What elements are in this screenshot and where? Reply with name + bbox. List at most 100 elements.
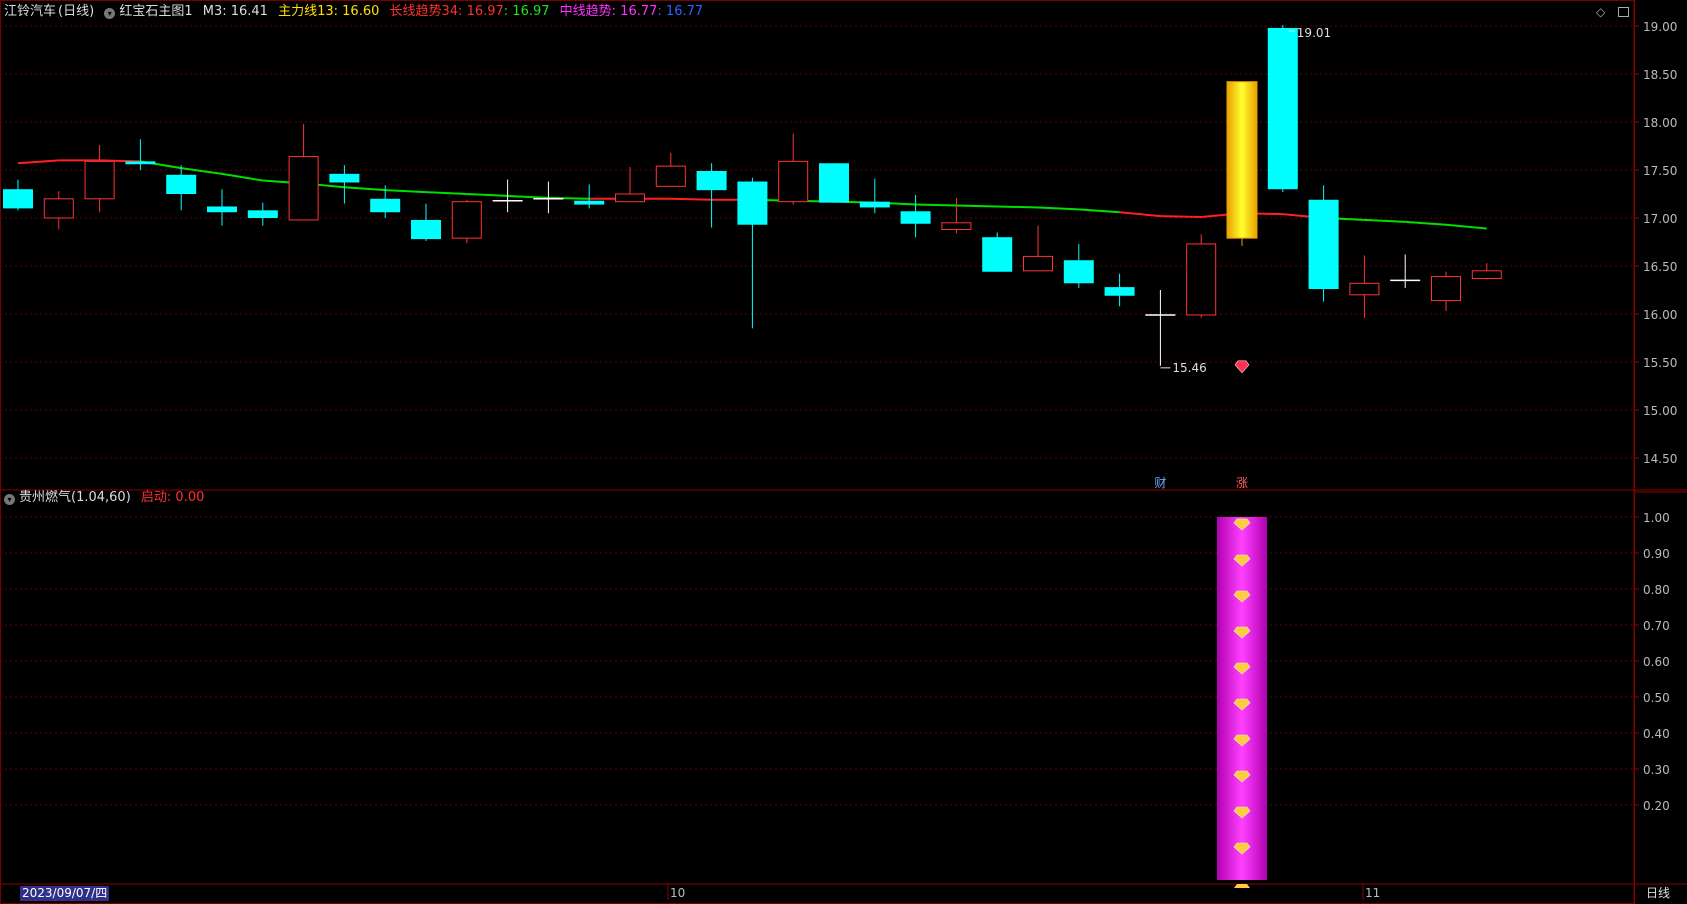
candle-body-up — [655, 165, 686, 187]
y-tick-label: 15.00 — [1643, 404, 1677, 418]
sub-indicator-name[interactable]: 贵州燃气(1.04,60) — [19, 490, 131, 505]
gem-icon — [1234, 884, 1250, 888]
dropdown-icon[interactable]: ▾ — [104, 8, 116, 19]
trend-line-segment — [466, 193, 508, 197]
trend-line-segment — [997, 205, 1039, 209]
candle-body-down — [696, 170, 727, 191]
candle-body-down — [3, 189, 33, 209]
dropdown-icon[interactable]: ▾ — [4, 494, 15, 505]
stock-chart-window: 19.00 18.50 18.00 17.50 17.00 16.50 16.00 15.50… — [0, 0, 1687, 904]
y-tick-label: 14.50 — [1643, 452, 1677, 466]
y-tick-label: 17.00 — [1643, 212, 1677, 226]
candle-body-down — [819, 163, 849, 203]
window-toggle-icon[interactable] — [1618, 7, 1629, 17]
candle-body-up — [615, 193, 645, 203]
candle-body-up — [1023, 255, 1053, 272]
candle-body-down — [1104, 287, 1135, 296]
y-tick-label: 18.00 — [1643, 116, 1677, 130]
candle-body-up — [84, 160, 115, 200]
sub-y-tick-label: 1.00 — [1643, 511, 1670, 525]
date-cursor-label: 2023/09/07/四 — [20, 886, 110, 901]
month-label-10: 10 — [670, 886, 686, 900]
y-tick-label: 19.00 — [1643, 20, 1677, 34]
sub-y-tick-label: 0.40 — [1643, 727, 1670, 741]
sub-y-tick-label: 0.70 — [1643, 619, 1670, 633]
candle-body-up — [1349, 282, 1380, 296]
y-tick-label: 16.00 — [1643, 308, 1677, 322]
candle-body-up — [1431, 276, 1461, 302]
candle-body-down — [574, 200, 605, 205]
candle-body-down — [900, 211, 931, 224]
candle-body-down — [411, 219, 441, 240]
long-trend-value: 长线趋势34: 16.97 — [389, 4, 504, 19]
trend-line-segment — [425, 191, 467, 195]
trend-line-segment — [1119, 211, 1161, 218]
candle-body-up — [43, 198, 74, 219]
mid-trend-value: 中线趋势: 16.77 — [559, 4, 658, 19]
candle-body-up — [941, 222, 972, 231]
trend-line-segment — [385, 189, 427, 194]
candle-body-up — [1186, 243, 1217, 316]
chart-canvas[interactable]: 19.00 18.50 18.00 17.50 17.00 16.50 16.00 15.50… — [0, 0, 1687, 904]
high-price-label: 19.01 — [1297, 26, 1331, 40]
period-button[interactable]: 日线 — [1646, 886, 1670, 901]
candle-body-up — [288, 156, 319, 221]
trend-line-segment — [181, 167, 223, 175]
main-chart-header: 江铃汽车 (日线) ▾ 红宝石主图1 M3: 16.41 主力线13: 16.60 … — [4, 4, 709, 20]
trend-line-segment — [221, 172, 263, 182]
stock-name[interactable]: 江铃汽车 — [4, 4, 56, 19]
trend-line-segment — [17, 159, 59, 165]
sub-chart-header: ▾ 贵州燃气(1.04,60) 启动: 0.00 — [4, 490, 210, 506]
y-tick-label: 15.50 — [1643, 356, 1677, 370]
trend-line-segment — [670, 197, 712, 201]
trend-line-segment — [1078, 208, 1120, 214]
chart-frame — [0, 0, 1635, 904]
trend-line-segment — [1445, 223, 1487, 230]
y-tick-label: 18.50 — [1643, 68, 1677, 82]
trend-line-segment — [1160, 215, 1202, 219]
candle-body-up — [451, 201, 482, 239]
candle-body-down — [737, 181, 768, 225]
trend-line-segment — [956, 204, 998, 208]
candle-body-down — [370, 198, 401, 213]
candle-body-down — [329, 173, 360, 183]
trend-line-segment — [1364, 218, 1406, 223]
mid-trend-value-2: : 16.77 — [657, 4, 704, 19]
trend-line-segment — [1037, 206, 1079, 211]
start-value: 启动: 0.00 — [140, 490, 205, 505]
candle-body-down — [982, 237, 1013, 272]
candle-body-down — [125, 161, 156, 165]
main-line-value: 主力线13: 16.60 — [278, 4, 380, 19]
cai-marker: 财 — [1154, 476, 1166, 490]
month-label-11: 11 — [1365, 886, 1381, 900]
sub-y-tick-label: 0.80 — [1643, 583, 1670, 597]
trend-line-segment — [915, 203, 957, 207]
candle-body-down — [1267, 27, 1298, 190]
diamond-icon[interactable]: ◇ — [1596, 5, 1605, 19]
zhang-marker: 涨 — [1236, 475, 1248, 490]
indicator-name[interactable]: 红宝石主图1 — [119, 4, 192, 19]
sub-y-tick-label: 0.60 — [1643, 655, 1670, 669]
sub-y-tick-label: 0.50 — [1643, 691, 1670, 705]
sub-y-tick-label: 0.90 — [1643, 547, 1670, 561]
m3-value: M3: 16.41 — [202, 4, 268, 19]
y-tick-label: 16.50 — [1643, 260, 1677, 274]
sub-y-tick-label: 0.30 — [1643, 763, 1670, 777]
gem-icon — [1234, 360, 1250, 374]
candle-body-gold — [1226, 81, 1258, 239]
candle-body-up — [778, 160, 809, 203]
period-label: (日线) — [58, 4, 95, 19]
trend-line-segment — [344, 186, 386, 192]
sub-y-tick-label: 0.20 — [1643, 799, 1670, 813]
candle-body-up — [1471, 270, 1502, 279]
candle-body-down — [207, 206, 237, 213]
candle-body-down — [166, 174, 197, 194]
long-trend-value-2: : 16.97 — [503, 4, 550, 19]
y-tick-label: 17.50 — [1643, 164, 1677, 178]
signal-bar — [1217, 517, 1267, 880]
low-price-label: 15.46 — [1172, 361, 1206, 375]
candle-body-down — [1063, 260, 1094, 284]
candle-body-down — [1308, 199, 1339, 290]
candle-body-down — [247, 210, 278, 218]
trend-line-segment — [1405, 220, 1447, 226]
